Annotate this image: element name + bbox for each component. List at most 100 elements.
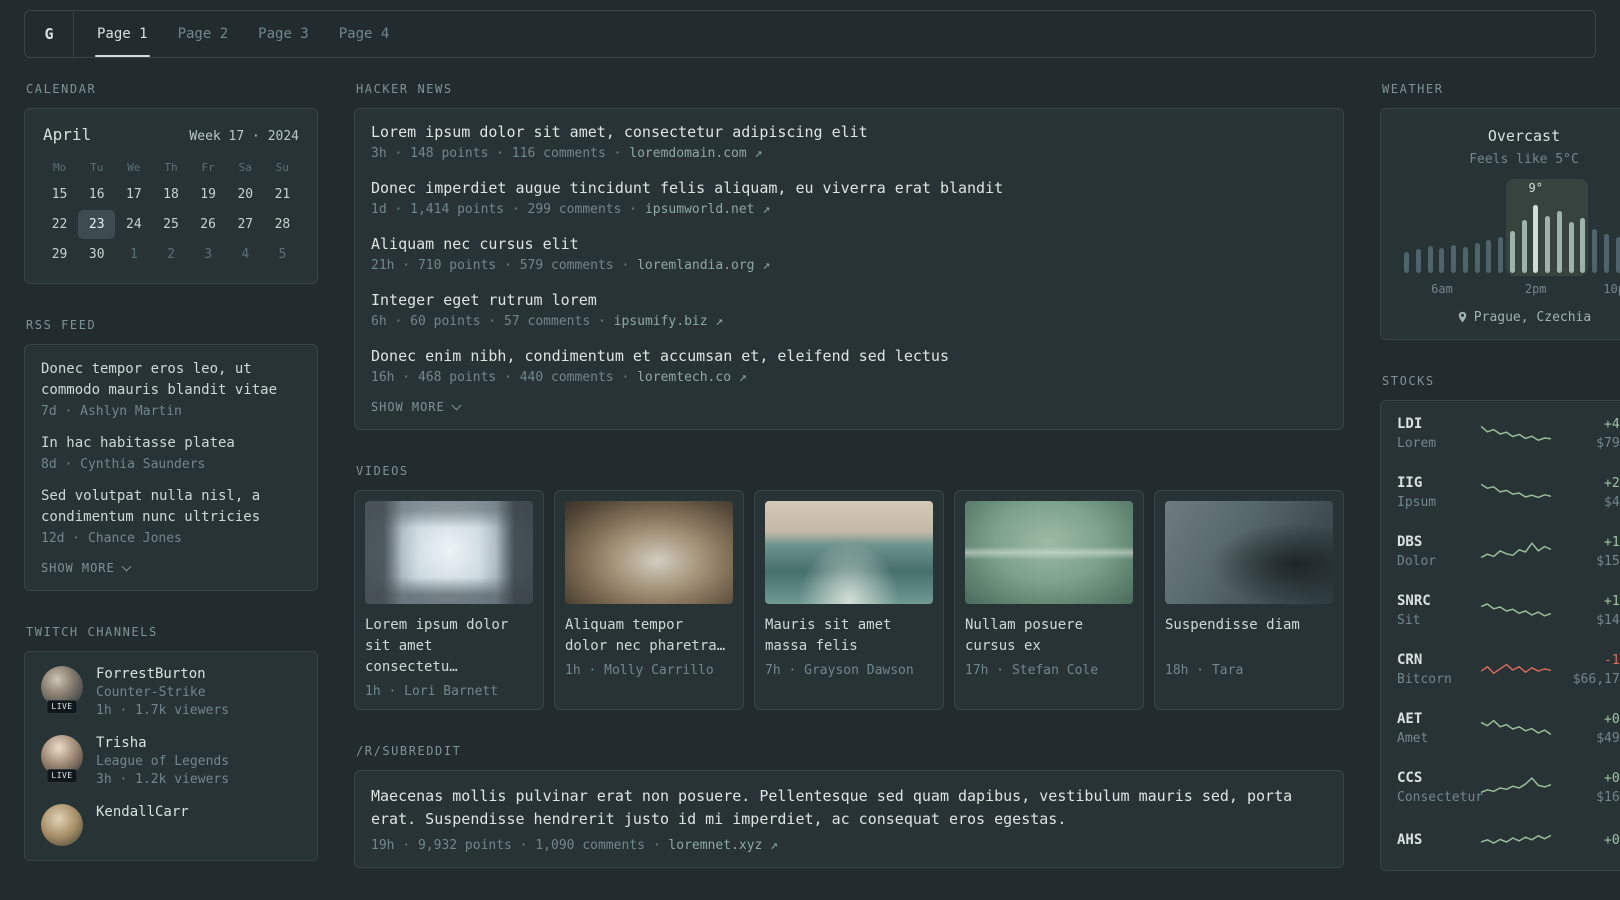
subreddit-post: Maecenas mollis pulvinar erat non posuer… xyxy=(371,785,1327,853)
rss-show-more-button[interactable]: SHOW MORE xyxy=(41,561,132,575)
calendar-day: 21 xyxy=(274,187,291,202)
tab-page-1[interactable]: Page 1 xyxy=(82,11,163,57)
stock-row[interactable]: IIG Ipsum +2.84% $42.04 xyxy=(1397,463,1620,522)
subreddit-widget: /R/SUBREDDIT Maecenas mollis pulvinar er… xyxy=(354,744,1344,868)
stock-change: -1.00% xyxy=(1604,652,1620,668)
stock-row[interactable]: DBS Dolor +1.42% $156.28 xyxy=(1397,522,1620,581)
dashboard-content: CALENDAR April Week 17 · 2024 Mo Tu We T… xyxy=(0,58,1620,871)
weather-condition: Overcast xyxy=(1487,127,1561,145)
channel-info: KendallCarr xyxy=(96,804,189,823)
rss-item: In hac habitasse platea 8d · Cynthia Sau… xyxy=(41,433,301,472)
weather-location-row: Prague, Czechia xyxy=(1397,310,1620,325)
meta-text: 21h · 710 points · 579 comments · xyxy=(371,258,638,273)
calendar-header-row: April Week 17 · 2024 xyxy=(43,125,299,144)
rss-item: Sed volutpat nulla nisl, a condimentum n… xyxy=(41,486,301,546)
stock-symbol: LDI xyxy=(1397,416,1423,432)
stock-symbol: DBS xyxy=(1397,534,1423,550)
live-badge: LIVE xyxy=(46,769,78,783)
stock-values: -1.00% $66,171.48 xyxy=(1555,653,1620,687)
stock-price: $165.84 xyxy=(1596,789,1620,805)
stock-sparkline xyxy=(1481,541,1551,558)
video-title: Lorem ipsum dolor sit amet consectetu… xyxy=(365,617,509,675)
rss-item-title[interactable]: Sed volutpat nulla nisl, a condimentum n… xyxy=(41,486,301,528)
show-more-label: SHOW MORE xyxy=(41,561,115,575)
stock-id: DBS Dolor xyxy=(1397,534,1481,569)
hackernews-item-domain[interactable]: loremlandia.org ↗ xyxy=(637,258,770,273)
hackernews-item-title[interactable]: Donec imperdiet augue tincidunt felis al… xyxy=(371,179,1327,197)
subreddit-post-title[interactable]: Maecenas mollis pulvinar erat non posuer… xyxy=(371,785,1327,832)
stock-row[interactable]: SNRC Sit +1.36% $148.64 xyxy=(1397,581,1620,640)
stock-sparkline xyxy=(1481,483,1551,498)
stock-id: SNRC Sit xyxy=(1397,593,1481,628)
hackernews-item-meta: 1d · 1,414 points · 299 comments · ipsum… xyxy=(371,202,1327,217)
weather-widget-label: WEATHER xyxy=(1382,82,1444,96)
twitch-channel[interactable]: KendallCarr xyxy=(41,804,301,846)
calendar-day: 28 xyxy=(274,217,291,232)
hackernews-item-domain[interactable]: loremtech.co ↗ xyxy=(637,370,747,385)
subreddit-card: Maecenas mollis pulvinar erat non posuer… xyxy=(354,770,1344,868)
stock-row[interactable]: AHS +0.46% xyxy=(1397,817,1620,867)
rss-item-title[interactable]: In hac habitasse platea xyxy=(41,433,301,454)
day-header: We xyxy=(127,161,141,174)
day-header: Su xyxy=(275,161,290,174)
stock-values: +4.35% $795.18 xyxy=(1555,417,1620,451)
channel-info: ForrestBurton Counter-Strike 1h · 1.7k v… xyxy=(96,666,229,718)
stock-row[interactable]: CCS Consectetur +0.51% $165.84 xyxy=(1397,758,1620,817)
video-card[interactable]: Nullam posuere cursus ex 17h · Stefan Co… xyxy=(954,490,1144,710)
video-thumbnail xyxy=(765,501,933,604)
live-badge: LIVE xyxy=(46,700,78,714)
tab-page-4[interactable]: Page 4 xyxy=(324,11,405,57)
tab-page-2[interactable]: Page 2 xyxy=(163,11,244,57)
stock-change: +1.42% xyxy=(1604,534,1620,550)
twitch-channel[interactable]: LIVE ForrestBurton Counter-Strike 1h · 1… xyxy=(41,666,301,718)
hackernews-item-title[interactable]: Donec enim nibh, condimentum et accumsan… xyxy=(371,347,1327,365)
hackernews-widget: HACKER NEWS Lorem ipsum dolor sit amet, … xyxy=(354,82,1344,430)
video-card[interactable]: Suspendisse diam 18h · Tara xyxy=(1154,490,1344,710)
video-card[interactable]: Aliquam tempor dolor nec pharetra… 1h · … xyxy=(554,490,744,710)
stock-symbol: IIG xyxy=(1397,475,1423,491)
stock-change: +1.36% xyxy=(1604,593,1620,609)
domain-text: loremdomain.com xyxy=(629,146,747,161)
tab-page-3[interactable]: Page 3 xyxy=(243,11,324,57)
hackernews-item-domain[interactable]: loremdomain.com ↗ xyxy=(629,146,762,161)
stock-change: +0.92% xyxy=(1604,711,1620,727)
hackernews-item: Donec enim nibh, condimentum et accumsan… xyxy=(371,347,1327,385)
day-header: Tu xyxy=(90,161,104,174)
hackernews-item-meta: 21h · 710 points · 579 comments · loreml… xyxy=(371,258,1327,273)
channel-name: ForrestBurton xyxy=(96,666,206,682)
hackernews-item-domain[interactable]: ipsumworld.net ↗ xyxy=(645,202,770,217)
external-link-icon: ↗ xyxy=(770,837,778,853)
videos-widget-label: VIDEOS xyxy=(356,464,409,478)
twitch-channel[interactable]: LIVE Trisha League of Legends 3h · 1.2k … xyxy=(41,735,301,787)
stock-name: Consectetur xyxy=(1397,790,1484,805)
hackernews-show-more-button[interactable]: SHOW MORE xyxy=(371,400,462,414)
app-logo[interactable]: G xyxy=(25,11,73,57)
video-card[interactable]: Mauris sit amet massa felis 7h · Grayson… xyxy=(754,490,944,710)
hackernews-item-title[interactable]: Integer eget rutrum lorem xyxy=(371,291,1327,309)
hackernews-item-domain[interactable]: ipsumify.biz ↗ xyxy=(614,314,724,329)
stock-values: +1.36% $148.64 xyxy=(1555,594,1620,628)
subreddit-post-domain[interactable]: loremnet.xyz ↗ xyxy=(668,838,778,853)
video-meta: 7h · Grayson Dawson xyxy=(765,663,914,678)
video-title: Aliquam tempor dolor nec pharetra… xyxy=(565,617,726,654)
stock-sparkline xyxy=(1481,425,1551,441)
domain-text: loremtech.co xyxy=(637,370,732,385)
hackernews-item-meta: 3h · 148 points · 116 comments · loremdo… xyxy=(371,146,1327,161)
video-card[interactable]: Lorem ipsum dolor sit amet consectetu… 1… xyxy=(354,490,544,710)
hackernews-item-title[interactable]: Aliquam nec cursus elit xyxy=(371,235,1327,253)
subreddit-widget-label: /R/SUBREDDIT xyxy=(356,744,462,758)
stock-id: AET Amet xyxy=(1397,711,1481,746)
stock-row[interactable]: AET Amet +0.92% $499.72 xyxy=(1397,699,1620,758)
weather-feels-like: Feels like 5°C xyxy=(1469,152,1579,167)
calendar-day: 30 xyxy=(88,247,105,262)
stock-row[interactable]: CRN Bitcorn -1.00% $66,171.48 xyxy=(1397,640,1620,699)
avatar-wrap xyxy=(41,804,83,846)
rss-item-title[interactable]: Donec tempor eros leo, ut commodo mauris… xyxy=(41,359,301,401)
meta-text: 1d · 1,414 points · 299 comments · xyxy=(371,202,645,217)
stock-price: $795.18 xyxy=(1596,435,1620,451)
video-thumbnail xyxy=(365,501,533,604)
hackernews-item-title[interactable]: Lorem ipsum dolor sit amet, consectetur … xyxy=(371,123,1327,141)
channel-name: KendallCarr xyxy=(96,804,189,820)
domain-text: ipsumworld.net xyxy=(644,202,755,217)
stock-row[interactable]: LDI Lorem +4.35% $795.18 xyxy=(1397,404,1620,463)
